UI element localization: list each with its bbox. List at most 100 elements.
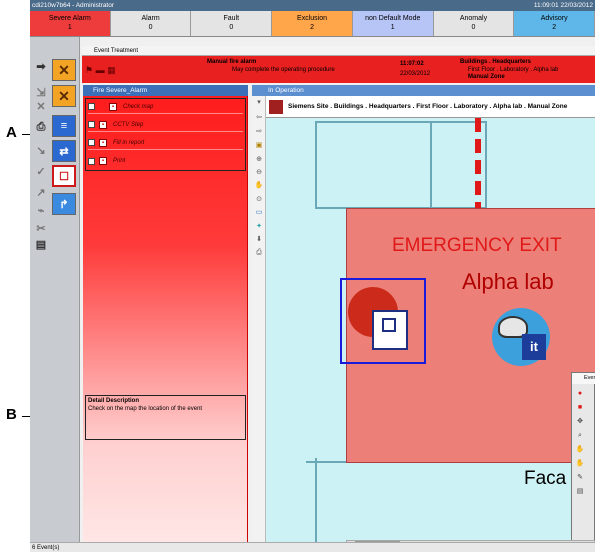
status-count: 0	[148, 24, 153, 31]
status-fault[interactable]: Fault 0	[191, 11, 273, 36]
event-live-video-window[interactable]: Event Live Video ● ■ ✥ ⌕ ✋ ✋ ✎ ▤	[571, 372, 595, 542]
zoom-out-icon[interactable]: ⊖	[254, 169, 264, 177]
status-non-default-mode[interactable]: non Default Mode 1	[352, 11, 434, 36]
move-icon[interactable]: ✥	[575, 417, 585, 427]
status-exclusion[interactable]: Exclusion 2	[272, 11, 353, 36]
print-icon: ▪	[99, 157, 107, 165]
status-label: Fault	[223, 15, 240, 22]
callout-b: B	[6, 406, 17, 423]
cross-small-icon[interactable]: ✕	[34, 99, 48, 113]
status-label: Alarm	[141, 15, 160, 22]
step-label: CCTV Step	[113, 121, 144, 128]
procedure-title: Fire Severe_Alarm	[83, 85, 248, 96]
step-checkbox[interactable]	[88, 139, 95, 146]
event-zone: Manual Zone	[468, 74, 505, 80]
cross-icon[interactable]: ✕	[52, 59, 76, 81]
swap-icon[interactable]: ⇄	[52, 140, 76, 162]
list-icon[interactable]: ▤	[575, 487, 585, 497]
camera-icon[interactable]: it	[492, 308, 550, 366]
pan-icon[interactable]: ✋	[254, 182, 264, 190]
emergency-exit-label: EMERGENCY EXIT	[392, 235, 562, 256]
window-icon[interactable]: ▭	[254, 209, 264, 217]
status-label: Exclusion	[297, 15, 327, 22]
event-location-2: First Floor . Laboratory . Alpha lab	[468, 67, 559, 73]
clipboard-icon[interactable]: ▤	[34, 237, 48, 251]
status-severe-alarm[interactable]: Severe Alarm 1	[30, 11, 111, 36]
event-time: 11:07:02	[400, 61, 424, 67]
down-icon[interactable]: ⬇	[254, 236, 264, 244]
step-checkbox[interactable]	[88, 121, 95, 128]
status-count: 0	[229, 24, 234, 31]
arrow-icon[interactable]: ↘	[34, 143, 48, 157]
fit-icon[interactable]: ⊙	[254, 196, 264, 204]
event-count: 6 Event(s)	[30, 542, 595, 552]
hand-icon[interactable]: ✋	[575, 445, 585, 455]
arrow-icon[interactable]: ▾	[254, 99, 264, 107]
camera-badge: it	[522, 334, 546, 360]
status-label: Anomaly	[459, 15, 488, 22]
ack-x-icon[interactable]: ✕	[52, 85, 76, 107]
step-label: Print	[113, 158, 126, 164]
status-alarm[interactable]: Alarm 0	[110, 11, 192, 36]
event-details-bar[interactable]: ⚑ ▬ ▦ Manual fire alarm May complete the…	[82, 56, 595, 83]
detail-title: Detail Description	[88, 398, 140, 404]
app-window: cdi210w7b64 - Administrator 11:09:01 22/…	[30, 0, 595, 552]
event-date: 22/03/2012	[400, 71, 431, 77]
status-count: 2	[310, 24, 314, 31]
record-icon[interactable]: ●	[575, 389, 585, 399]
status-count: 2	[552, 24, 557, 31]
selection-frame	[340, 278, 426, 364]
room-label: Alpha lab	[462, 269, 554, 294]
breadcrumb: Siemens Site . Buildings . Headquarters …	[266, 96, 595, 118]
step-cctv[interactable]: ▪ CCTV Step	[88, 118, 243, 132]
procedure-steps: ▪ Check map ▪ CCTV Step ▪ Fill in report…	[85, 98, 246, 171]
report-icon: ▪	[99, 138, 107, 147]
step-check-map[interactable]: ▪ Check map	[88, 100, 243, 114]
status-advisory[interactable]: Advisory 2	[514, 11, 595, 36]
step-label: Check map	[123, 103, 154, 110]
print-icon[interactable]: ⎙	[254, 249, 264, 257]
breadcrumb-path: Siemens Site . Buildings . Headquarters …	[288, 103, 568, 110]
pin-icon[interactable]: ⌁	[34, 203, 48, 217]
pan-icon[interactable]: ✋	[575, 459, 585, 469]
in-operation-header: In Operation	[252, 85, 595, 96]
event-name: Manual fire alarm	[207, 59, 257, 65]
event-treatment-header: Event Treatment	[82, 46, 595, 56]
status-count: 1	[67, 24, 72, 31]
pointer-icon[interactable]: ↱	[52, 193, 76, 215]
step-label: Fill in report	[113, 139, 145, 146]
step-checkbox[interactable]	[88, 103, 95, 110]
arrow-right-icon[interactable]: ➡	[34, 59, 48, 73]
treat-icon[interactable]: ☐	[52, 165, 76, 187]
folder-icon[interactable]: ▣	[254, 142, 264, 150]
bars-icon[interactable]: ≡	[52, 115, 76, 137]
zoom-in-icon[interactable]: ⊕	[254, 156, 264, 164]
arrow-icon[interactable]: ⇲	[34, 85, 48, 99]
step-print[interactable]: ▪ Print	[88, 154, 243, 168]
callout-a: A	[6, 124, 17, 141]
facade-label: Faca	[524, 468, 567, 489]
export-icon[interactable]: ↗	[34, 185, 48, 199]
status-anomaly[interactable]: Anomaly 0	[433, 11, 515, 36]
step-checkbox[interactable]	[88, 157, 95, 165]
window-title: cdi210w7b64 - Administrator	[32, 2, 115, 9]
back-icon[interactable]: ⇦	[254, 114, 264, 122]
status-label: Severe Alarm	[48, 15, 91, 22]
clock: 11:09:01 22/03/2012	[533, 2, 593, 9]
print-icon[interactable]: ⎙	[34, 120, 48, 134]
live-video-title: Event Live Video	[572, 373, 595, 384]
pen-icon[interactable]: ✎	[575, 473, 585, 483]
step-report[interactable]: ▪ Fill in report	[88, 136, 243, 150]
status-label: non Default Mode	[365, 15, 421, 22]
detail-description: Detail Description Check on the map the …	[85, 395, 246, 440]
cut-icon[interactable]: ✂	[34, 221, 48, 235]
building-icon	[269, 100, 283, 114]
flag-icon[interactable]: ⚑ ▬ ▦	[85, 65, 116, 76]
forward-icon[interactable]: ⇨	[254, 128, 264, 136]
camera-icon: ▪	[99, 120, 107, 129]
zoom-icon[interactable]: ⌕	[575, 431, 585, 441]
navigate-icon[interactable]: ✦	[254, 223, 264, 231]
stop-icon[interactable]: ■	[575, 403, 585, 413]
check-icon[interactable]: ✓	[34, 164, 48, 178]
procedure-panel: Fire Severe_Alarm ▪ Check map ▪ CCTV Ste…	[83, 85, 248, 542]
